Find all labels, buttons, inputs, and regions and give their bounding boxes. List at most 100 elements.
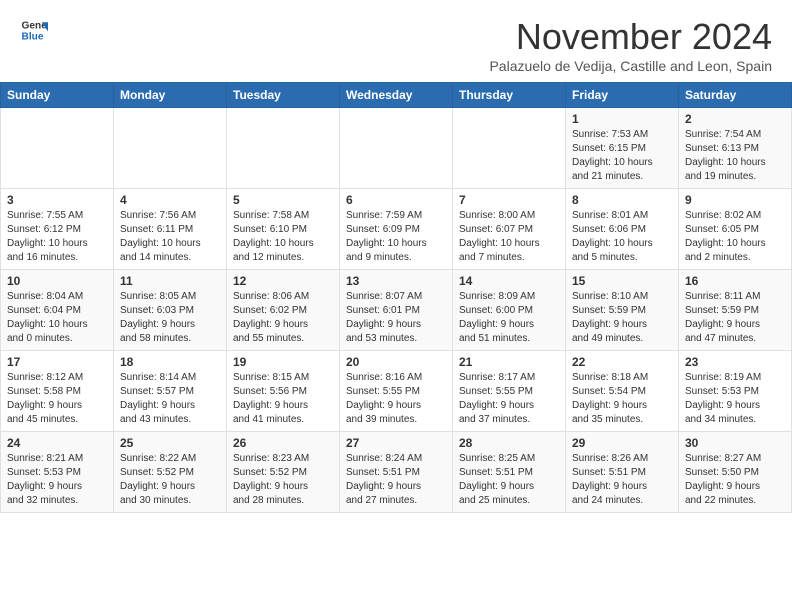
weekday-header-sunday: Sunday [1,83,114,108]
day-number: 12 [233,274,333,288]
calendar-header: SundayMondayTuesdayWednesdayThursdayFrid… [1,83,792,108]
logo-icon: General Blue [20,16,48,44]
calendar-cell: 15 Sunrise: 8:10 AM Sunset: 5:59 PM Dayli… [566,270,679,351]
calendar-cell: 24 Sunrise: 8:21 AM Sunset: 5:53 PM Dayli… [1,432,114,513]
day-number: 27 [346,436,446,450]
day-number: 5 [233,193,333,207]
day-info: Sunrise: 8:12 AM Sunset: 5:58 PM Dayligh… [7,371,107,427]
calendar-cell: 9Sunrise: 8:02 AM Sunset: 6:05 PM Daylig… [679,189,792,270]
day-info: Sunrise: 8:04 AM Sunset: 6:04 PM Dayligh… [7,290,107,346]
calendar-cell: 20 Sunrise: 8:16 AM Sunset: 5:55 PM Dayli… [340,351,453,432]
day-info: Sunrise: 7:58 AM Sunset: 6:10 PM Dayligh… [233,209,333,265]
day-number: 9 [685,193,785,207]
day-info: Sunrise: 8:07 AM Sunset: 6:01 PM Dayligh… [346,290,446,346]
day-info: Sunrise: 8:24 AM Sunset: 5:51 PM Dayligh… [346,452,446,508]
day-info: Sunrise: 8:00 AM Sunset: 6:07 PM Dayligh… [459,209,559,265]
day-number: 29 [572,436,672,450]
calendar-cell [227,108,340,189]
calendar-cell: 3 Sunrise: 7:55 AM Sunset: 6:12 PM Daylig… [1,189,114,270]
day-info: Sunrise: 8:27 AM Sunset: 5:50 PM Dayligh… [685,452,785,508]
day-number: 16 [685,274,785,288]
calendar-week-3: 10 Sunrise: 8:04 AM Sunset: 6:04 PM Dayli… [1,270,792,351]
calendar-cell: 18Sunrise: 8:14 AM Sunset: 5:57 PM Dayli… [114,351,227,432]
calendar-cell [114,108,227,189]
calendar-cell: 28Sunrise: 8:25 AM Sunset: 5:51 PM Dayli… [453,432,566,513]
day-number: 20 [346,355,446,369]
day-info: Sunrise: 8:11 AM Sunset: 5:59 PM Dayligh… [685,290,785,346]
calendar-week-2: 3 Sunrise: 7:55 AM Sunset: 6:12 PM Daylig… [1,189,792,270]
day-number: 23 [685,355,785,369]
day-info: Sunrise: 8:22 AM Sunset: 5:52 PM Dayligh… [120,452,220,508]
day-number: 17 [7,355,107,369]
day-info: Sunrise: 7:54 AM Sunset: 6:13 PM Dayligh… [685,128,785,184]
day-info: Sunrise: 8:10 AM Sunset: 5:59 PM Dayligh… [572,290,672,346]
day-info: Sunrise: 7:56 AM Sunset: 6:11 PM Dayligh… [120,209,220,265]
calendar-cell: 27 Sunrise: 8:24 AM Sunset: 5:51 PM Dayli… [340,432,453,513]
day-number: 1 [572,112,672,126]
calendar-cell [340,108,453,189]
day-number: 24 [7,436,107,450]
calendar-cell: 11 Sunrise: 8:05 AM Sunset: 6:03 PM Dayli… [114,270,227,351]
day-number: 15 [572,274,672,288]
day-number: 22 [572,355,672,369]
calendar-cell: 30 Sunrise: 8:27 AM Sunset: 5:50 PM Dayli… [679,432,792,513]
calendar-cell: 23 Sunrise: 8:19 AM Sunset: 5:53 PM Dayli… [679,351,792,432]
day-info: Sunrise: 8:25 AM Sunset: 5:51 PM Dayligh… [459,452,559,508]
calendar-cell: 12 Sunrise: 8:06 AM Sunset: 6:02 PM Dayli… [227,270,340,351]
weekday-header-monday: Monday [114,83,227,108]
weekday-header-saturday: Saturday [679,83,792,108]
day-number: 26 [233,436,333,450]
day-info: Sunrise: 8:19 AM Sunset: 5:53 PM Dayligh… [685,371,785,427]
logo: General Blue [20,16,48,44]
day-number: 14 [459,274,559,288]
days-of-week-row: SundayMondayTuesdayWednesdayThursdayFrid… [1,83,792,108]
day-number: 11 [120,274,220,288]
calendar-cell: 7 Sunrise: 8:00 AM Sunset: 6:07 PM Daylig… [453,189,566,270]
day-info: Sunrise: 7:59 AM Sunset: 6:09 PM Dayligh… [346,209,446,265]
day-info: Sunrise: 8:16 AM Sunset: 5:55 PM Dayligh… [346,371,446,427]
day-info: Sunrise: 8:14 AM Sunset: 5:57 PM Dayligh… [120,371,220,427]
calendar-cell: 8 Sunrise: 8:01 AM Sunset: 6:06 PM Daylig… [566,189,679,270]
day-number: 25 [120,436,220,450]
title-section: November 2024 Palazuelo de Vedija, Casti… [489,16,772,74]
weekday-header-friday: Friday [566,83,679,108]
day-number: 7 [459,193,559,207]
calendar-cell: 16 Sunrise: 8:11 AM Sunset: 5:59 PM Dayli… [679,270,792,351]
day-info: Sunrise: 8:09 AM Sunset: 6:00 PM Dayligh… [459,290,559,346]
calendar-cell: 14 Sunrise: 8:09 AM Sunset: 6:00 PM Dayli… [453,270,566,351]
day-info: Sunrise: 8:17 AM Sunset: 5:55 PM Dayligh… [459,371,559,427]
month-title: November 2024 [489,16,772,58]
day-info: Sunrise: 8:21 AM Sunset: 5:53 PM Dayligh… [7,452,107,508]
calendar-cell: 4Sunrise: 7:56 AM Sunset: 6:11 PM Daylig… [114,189,227,270]
calendar-cell: 2Sunrise: 7:54 AM Sunset: 6:13 PM Daylig… [679,108,792,189]
weekday-header-wednesday: Wednesday [340,83,453,108]
calendar-body: 1Sunrise: 7:53 AM Sunset: 6:15 PM Daylig… [1,108,792,513]
calendar-cell: 1Sunrise: 7:53 AM Sunset: 6:15 PM Daylig… [566,108,679,189]
calendar-cell: 26Sunrise: 8:23 AM Sunset: 5:52 PM Dayli… [227,432,340,513]
calendar-cell: 19Sunrise: 8:15 AM Sunset: 5:56 PM Dayli… [227,351,340,432]
calendar-cell: 10 Sunrise: 8:04 AM Sunset: 6:04 PM Dayli… [1,270,114,351]
day-number: 3 [7,193,107,207]
svg-text:General: General [22,20,48,31]
day-number: 8 [572,193,672,207]
calendar-week-1: 1Sunrise: 7:53 AM Sunset: 6:15 PM Daylig… [1,108,792,189]
calendar-cell: 29Sunrise: 8:26 AM Sunset: 5:51 PM Dayli… [566,432,679,513]
day-number: 30 [685,436,785,450]
day-number: 10 [7,274,107,288]
weekday-header-tuesday: Tuesday [227,83,340,108]
calendar-cell: 6Sunrise: 7:59 AM Sunset: 6:09 PM Daylig… [340,189,453,270]
calendar-week-5: 24 Sunrise: 8:21 AM Sunset: 5:53 PM Dayli… [1,432,792,513]
day-info: Sunrise: 8:01 AM Sunset: 6:06 PM Dayligh… [572,209,672,265]
page-header: General Blue November 2024 Palazuelo de … [0,0,792,82]
day-info: Sunrise: 8:18 AM Sunset: 5:54 PM Dayligh… [572,371,672,427]
calendar-cell [1,108,114,189]
day-number: 21 [459,355,559,369]
calendar-cell: 5 Sunrise: 7:58 AM Sunset: 6:10 PM Daylig… [227,189,340,270]
weekday-header-thursday: Thursday [453,83,566,108]
day-number: 13 [346,274,446,288]
day-info: Sunrise: 8:06 AM Sunset: 6:02 PM Dayligh… [233,290,333,346]
calendar-cell: 17 Sunrise: 8:12 AM Sunset: 5:58 PM Dayli… [1,351,114,432]
calendar-cell: 22 Sunrise: 8:18 AM Sunset: 5:54 PM Dayli… [566,351,679,432]
day-info: Sunrise: 8:05 AM Sunset: 6:03 PM Dayligh… [120,290,220,346]
day-info: Sunrise: 7:55 AM Sunset: 6:12 PM Dayligh… [7,209,107,265]
